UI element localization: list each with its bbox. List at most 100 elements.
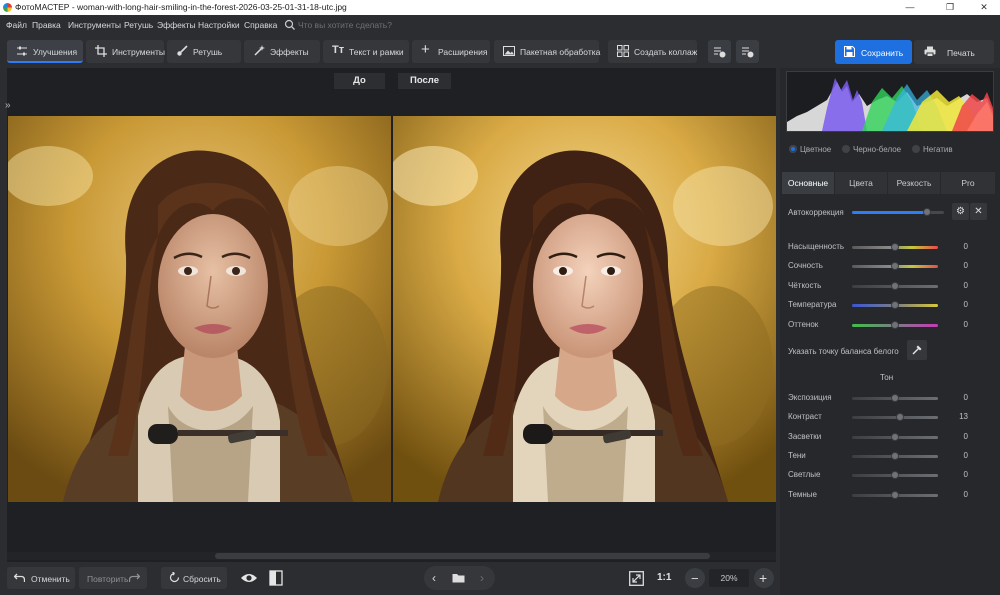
compare-icon[interactable] bbox=[269, 570, 283, 586]
tab-label: Инструменты bbox=[112, 47, 166, 57]
floppy-disk-icon bbox=[844, 46, 855, 57]
save-label: Сохранить bbox=[861, 48, 904, 58]
tint-value: 0 bbox=[963, 320, 968, 329]
contrast-slider[interactable] bbox=[852, 416, 938, 419]
slider-knob[interactable] bbox=[891, 471, 899, 479]
create-collage-button[interactable]: Создать коллаж bbox=[608, 40, 697, 63]
slider-knob[interactable] bbox=[891, 394, 899, 402]
slider-knob[interactable] bbox=[891, 321, 899, 329]
shadows-label: Тени bbox=[788, 451, 806, 460]
eyedropper-icon bbox=[912, 345, 922, 355]
fit-screen-icon[interactable] bbox=[629, 571, 644, 586]
mode-negative-radio[interactable]: Негатив bbox=[912, 145, 953, 154]
white-balance-label: Указать точку баланса белого bbox=[788, 347, 899, 356]
tab-extensions[interactable]: + Расширения bbox=[412, 40, 490, 63]
temperature-value: 0 bbox=[963, 300, 968, 309]
redo-icon bbox=[129, 573, 140, 582]
batch-processing-button[interactable]: Пакетная обработка bbox=[494, 40, 600, 63]
zoom-level-field[interactable]: 20% bbox=[709, 569, 749, 587]
tab-effects[interactable]: Эффекты bbox=[244, 40, 320, 63]
mode-negative-label: Негатив bbox=[923, 145, 953, 154]
menu-retouch[interactable]: Ретушь bbox=[124, 20, 153, 30]
scrollbar-thumb[interactable] bbox=[215, 553, 710, 559]
previous-file-icon[interactable]: ‹ bbox=[432, 571, 436, 585]
redo-button[interactable]: Повторить bbox=[79, 567, 147, 589]
search-input[interactable]: Что вы хотите сделать? bbox=[298, 20, 392, 30]
image-workspace[interactable]: » До После bbox=[5, 68, 776, 562]
minimize-button[interactable]: — bbox=[892, 0, 928, 15]
tab-sharpness[interactable]: Резкость bbox=[888, 172, 940, 194]
close-window-button[interactable]: ✕ bbox=[966, 0, 1000, 15]
slider-knob[interactable] bbox=[891, 491, 899, 499]
magic-wand-icon bbox=[254, 45, 265, 56]
eye-icon[interactable] bbox=[240, 572, 258, 584]
menu-help[interactable]: Справка bbox=[244, 20, 277, 30]
slider-knob[interactable] bbox=[891, 262, 899, 270]
zoom-out-button[interactable]: − bbox=[685, 568, 705, 588]
history-button[interactable] bbox=[736, 40, 759, 63]
menu-settings[interactable]: Настройки bbox=[198, 20, 240, 30]
expand-panel-icon[interactable]: » bbox=[5, 100, 11, 111]
before-photo bbox=[8, 116, 391, 502]
folder-icon[interactable] bbox=[452, 573, 465, 583]
file-navigation: ‹ › bbox=[424, 566, 495, 590]
redo-label: Повторить bbox=[87, 574, 129, 584]
menu-tools[interactable]: Инструменты bbox=[68, 20, 121, 30]
slider-knob[interactable] bbox=[891, 301, 899, 309]
white-balance-picker-button[interactable] bbox=[907, 340, 927, 360]
menu-edit[interactable]: Правка bbox=[32, 20, 61, 30]
next-file-icon[interactable]: › bbox=[480, 571, 484, 585]
mode-bw-radio[interactable]: Черно-белое bbox=[842, 145, 901, 154]
undo-button[interactable]: Отменить bbox=[7, 567, 75, 589]
exposure-value: 0 bbox=[963, 393, 968, 402]
horizontal-scrollbar[interactable] bbox=[7, 552, 776, 560]
minus-icon: − bbox=[691, 571, 699, 586]
reset-button[interactable]: Сбросить bbox=[161, 567, 227, 589]
tab-colors[interactable]: Цвета bbox=[835, 172, 887, 194]
slider-knob[interactable] bbox=[891, 433, 899, 441]
tab-retouch[interactable]: Ретушь bbox=[167, 40, 241, 63]
maximize-button[interactable]: ❐ bbox=[932, 0, 968, 15]
slider-knob[interactable] bbox=[896, 413, 904, 421]
tab-tools[interactable]: Инструменты bbox=[86, 40, 166, 63]
crop-icon bbox=[95, 45, 107, 57]
tab-basic[interactable]: Основные bbox=[782, 172, 834, 194]
slider-knob[interactable] bbox=[891, 452, 899, 460]
autocorrect-slider[interactable] bbox=[852, 208, 944, 216]
mode-color-radio[interactable]: Цветное bbox=[789, 145, 831, 154]
image-icon bbox=[503, 46, 515, 56]
search-icon[interactable] bbox=[284, 19, 296, 31]
tab-enhancements[interactable]: Улучшения bbox=[7, 40, 83, 63]
autocorrect-clear-button[interactable]: ✕ bbox=[970, 203, 987, 220]
tab-pro[interactable]: Pro bbox=[941, 172, 995, 194]
slider-knob[interactable] bbox=[891, 282, 899, 290]
tint-label: Оттенок bbox=[788, 320, 819, 329]
tab-label: Улучшения bbox=[33, 47, 78, 57]
undo-icon bbox=[14, 573, 25, 582]
autocorrect-settings-button[interactable]: ⚙ bbox=[952, 203, 969, 220]
radio-dot bbox=[912, 145, 920, 153]
sliders-icon bbox=[17, 46, 27, 56]
add-preset-button[interactable] bbox=[708, 40, 731, 63]
text-icon: Tт bbox=[332, 44, 345, 56]
slider-knob[interactable] bbox=[923, 208, 932, 216]
contrast-label: Контраст bbox=[788, 412, 822, 421]
temperature-label: Температура bbox=[788, 300, 837, 309]
after-label: После bbox=[398, 73, 451, 89]
tab-text-frames[interactable]: Tт Текст и рамки bbox=[323, 40, 409, 63]
menu-effects[interactable]: Эффекты bbox=[157, 20, 196, 30]
collage-label: Создать коллаж bbox=[634, 47, 698, 57]
slider-knob[interactable] bbox=[891, 243, 899, 251]
actual-size-button[interactable]: 1:1 bbox=[657, 572, 671, 583]
highlights-value: 0 bbox=[963, 432, 968, 441]
mode-color-label: Цветное bbox=[800, 145, 832, 154]
plus-icon: + bbox=[759, 570, 768, 586]
reset-icon bbox=[169, 572, 180, 583]
blacks-value: 0 bbox=[963, 490, 968, 499]
vibrance-label: Сочность bbox=[788, 261, 823, 270]
print-button[interactable]: Печать bbox=[914, 40, 994, 64]
zoom-in-button[interactable]: + bbox=[754, 568, 774, 588]
menu-file[interactable]: Файл bbox=[6, 20, 27, 30]
histogram-graph bbox=[787, 78, 993, 131]
save-button[interactable]: Сохранить bbox=[835, 40, 912, 64]
